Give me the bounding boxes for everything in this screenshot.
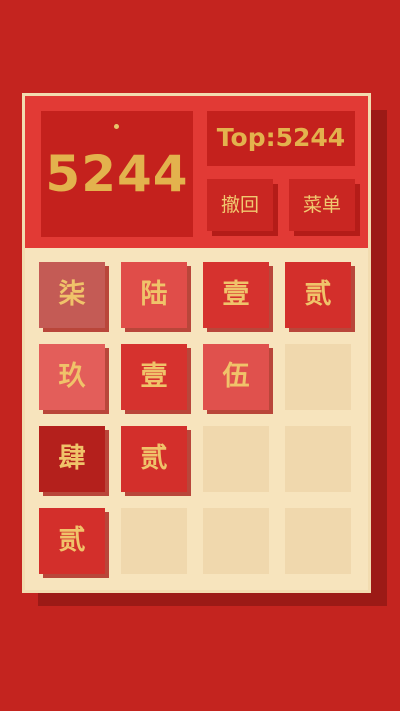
score-dot bbox=[114, 124, 119, 129]
tile-grid[interactable]: 柒陆壹贰玖壹伍肆贰贰 bbox=[25, 248, 368, 590]
tile: 伍 bbox=[203, 344, 269, 410]
menu-button[interactable]: 菜单 bbox=[289, 179, 355, 231]
top-score-box: Top:5244 bbox=[207, 111, 355, 166]
tile: 肆 bbox=[39, 426, 105, 492]
grid-cell bbox=[285, 426, 351, 492]
undo-button[interactable]: 撤回 bbox=[207, 179, 273, 231]
grid-cell bbox=[285, 508, 351, 574]
grid-cell bbox=[203, 508, 269, 574]
game-board: 5244 Top:5244 撤回 菜单 柒陆壹贰玖壹伍肆贰贰 bbox=[22, 93, 371, 593]
tile: 贰 bbox=[285, 262, 351, 328]
grid-cell bbox=[121, 508, 187, 574]
tile: 陆 bbox=[121, 262, 187, 328]
tile: 壹 bbox=[121, 344, 187, 410]
header-panel: 5244 Top:5244 撤回 菜单 bbox=[25, 96, 368, 248]
score-value: 5244 bbox=[45, 145, 189, 203]
tile: 柒 bbox=[39, 262, 105, 328]
tile: 贰 bbox=[39, 508, 105, 574]
grid-cell bbox=[285, 344, 351, 410]
score-box: 5244 bbox=[41, 111, 193, 237]
top-score-label: Top:5244 bbox=[216, 123, 346, 152]
undo-button-wrap: 撤回 bbox=[207, 179, 278, 236]
menu-button-wrap: 菜单 bbox=[289, 179, 360, 236]
game-screen: 5244 Top:5244 撤回 菜单 柒陆壹贰玖壹伍肆贰贰 bbox=[0, 0, 400, 711]
grid-cell bbox=[203, 426, 269, 492]
tile: 壹 bbox=[203, 262, 269, 328]
tile: 玖 bbox=[39, 344, 105, 410]
tile: 贰 bbox=[121, 426, 187, 492]
